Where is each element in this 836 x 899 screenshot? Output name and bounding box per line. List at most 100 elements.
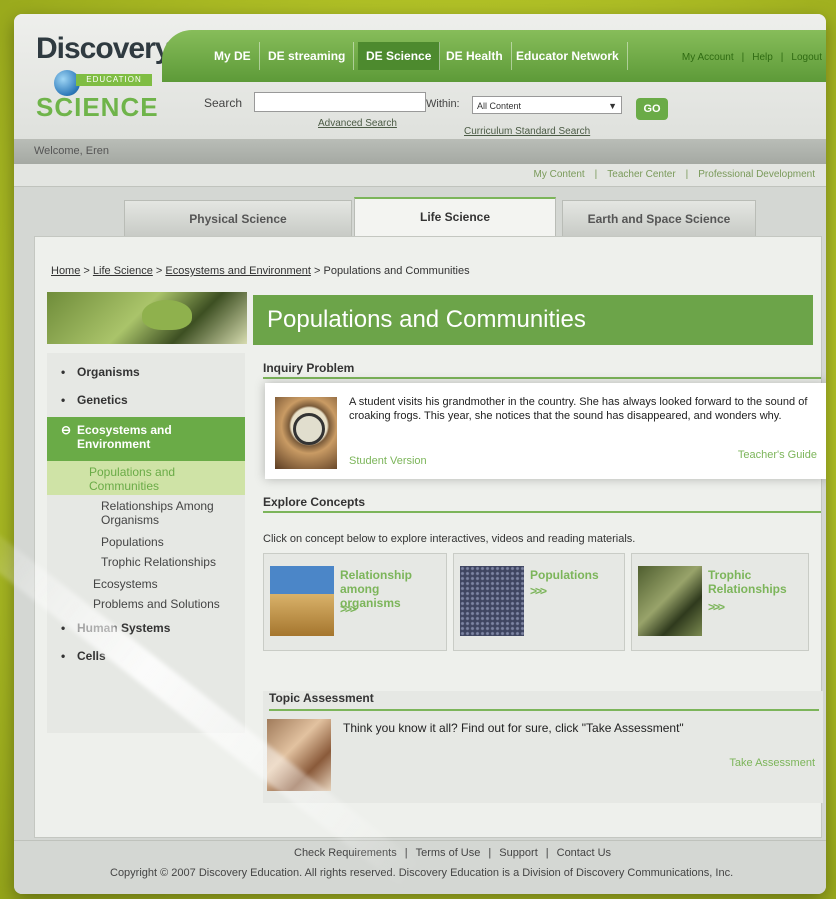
concept-card-populations[interactable]: Populations >>> [453, 553, 625, 651]
divider: | [594, 169, 598, 180]
student-version-link[interactable]: Student Version [349, 455, 427, 467]
sidebar-sub-populations[interactable]: Populations [47, 535, 245, 549]
sidebar-sub-ecosystems[interactable]: Ecosystems [47, 577, 245, 591]
my-account-link[interactable]: My Account [682, 52, 734, 63]
sidebar-sub-label: Problems and Solutions [93, 597, 220, 611]
divider: | [780, 52, 784, 63]
chevrons-right-icon: >>> [340, 602, 357, 616]
animal-foliage-image [638, 566, 702, 636]
breadcrumb-life-science[interactable]: Life Science [93, 265, 153, 277]
within-label: Within: [426, 98, 460, 110]
sidebar-item-label: Cells [77, 649, 106, 663]
breadcrumb: Home > Life Science > Ecosystems and Env… [51, 265, 470, 277]
sidebar-item-label: Genetics [77, 393, 128, 407]
terms-of-use-link[interactable]: Terms of Use [416, 847, 481, 859]
nav-educator-network[interactable]: Educator Network [508, 42, 628, 70]
sidebar-sub-label: Relationships Among Organisms [101, 499, 214, 527]
go-button[interactable]: GO [636, 98, 668, 120]
chevrons-right-icon: >>> [530, 584, 547, 598]
section-divider [263, 511, 821, 513]
logo-education-text: EDUCATION [76, 74, 152, 86]
content-panel: Home > Life Science > Ecosystems and Env… [34, 236, 826, 838]
advanced-search-link[interactable]: Advanced Search [318, 118, 397, 129]
sidebar-sub-label: Ecosystems [93, 577, 158, 591]
assessment-section: Topic Assessment Think you know it all? … [263, 691, 823, 803]
section-divider [269, 709, 819, 711]
divider: | [488, 847, 492, 859]
breadcrumb-separator: > [155, 265, 163, 277]
sidebar-sub-label: Populations [101, 535, 164, 549]
page-title: Populations and Communities [267, 306, 586, 333]
sidebar-item-ecosystems[interactable]: ⊖ Ecosystems and Environment [47, 417, 245, 461]
search-label: Search [204, 96, 243, 110]
footer-links: Check Requirements | Terms of Use | Support |… [290, 847, 615, 859]
tab-life-science[interactable]: Life Science [354, 197, 556, 241]
wheat-field-image [270, 566, 334, 636]
inquiry-heading: Inquiry Problem [263, 361, 355, 375]
within-select-value: All Content [477, 101, 522, 111]
sidebar-item-genetics[interactable]: • Genetics [47, 393, 245, 407]
sub-navigation: My Content | Teacher Center | Professional D… [14, 164, 826, 187]
sidebar-sub-label: Trophic Relationships [101, 555, 216, 569]
contact-us-link[interactable]: Contact Us [557, 847, 611, 859]
sidebar-item-cells[interactable]: • Cells [47, 649, 245, 663]
site-footer: Check Requirements | Terms of Use | Support |… [14, 840, 826, 894]
topic-sidebar: • Organisms • Genetics ⊖ Ecosystems and Env… [47, 353, 245, 733]
concept-card-trophic[interactable]: Trophic Relationships >>> [631, 553, 809, 651]
professional-development-link[interactable]: Professional Development [698, 169, 815, 180]
teachers-guide-link[interactable]: Teacher's Guide [738, 449, 817, 461]
divider: | [685, 169, 689, 180]
nav-my-de[interactable]: My DE [206, 42, 260, 70]
nav-de-streaming[interactable]: DE streaming [260, 42, 355, 70]
within-select[interactable]: All Content ▼ [472, 96, 622, 114]
sidebar-sub-relationships[interactable]: Relationships Among Organisms [47, 499, 245, 527]
sidebar-item-organisms[interactable]: • Organisms [47, 365, 245, 379]
page-title-bar: Populations and Communities [253, 295, 813, 345]
logo-discovery-text: Discovery [36, 32, 171, 65]
chevrons-right-icon: >>> [708, 600, 725, 614]
logo-science-text: SCIENCE [36, 92, 159, 122]
sidebar-sub-label: Populations and Communities [89, 465, 176, 493]
take-assessment-link[interactable]: Take Assessment [729, 757, 815, 769]
discovery-science-logo[interactable]: Discovery EDUCATION SCIENCE [36, 34, 176, 134]
breadcrumb-ecosystems[interactable]: Ecosystems and Environment [165, 265, 311, 277]
assessment-text: Think you know it all? Find out for sure… [343, 721, 684, 735]
bullet-icon: • [61, 621, 66, 635]
sidebar-sub-trophic[interactable]: Trophic Relationships [47, 555, 245, 569]
teacher-center-link[interactable]: Teacher Center [607, 169, 675, 180]
sidebar-sub-populations-communities[interactable]: Populations and Communities [47, 461, 245, 495]
support-link[interactable]: Support [499, 847, 538, 859]
tab-earth-space-science[interactable]: Earth and Space Science [562, 200, 756, 237]
welcome-bar: Welcome, Eren [14, 140, 826, 164]
nav-de-science[interactable]: DE Science [358, 42, 441, 70]
magnifying-glass-icon [293, 413, 325, 445]
concept-card-relationship[interactable]: Relationship among organisms >>> [263, 553, 447, 651]
sidebar-sub-problems[interactable]: Problems and Solutions [47, 597, 245, 611]
crowd-image [460, 566, 524, 636]
search-input[interactable] [254, 92, 426, 112]
frog-icon [142, 300, 192, 330]
explore-heading: Explore Concepts [263, 495, 366, 509]
check-requirements-link[interactable]: Check Requirements [294, 847, 397, 859]
welcome-text: Welcome, Eren [34, 145, 109, 157]
help-link[interactable]: Help [752, 52, 773, 63]
sidebar-item-label: Human Systems [77, 621, 171, 635]
divider: | [404, 847, 408, 859]
curriculum-search-link[interactable]: Curriculum Standard Search [464, 126, 590, 137]
sidebar-item-human-systems[interactable]: • Human Systems [47, 621, 245, 635]
concept-card-label: Populations [530, 568, 599, 582]
logout-link[interactable]: Logout [791, 52, 822, 63]
site-header: Discovery EDUCATION SCIENCE My DE DE str… [14, 14, 826, 140]
divider: | [545, 847, 549, 859]
browser-page: Discovery EDUCATION SCIENCE My DE DE str… [14, 14, 826, 894]
explore-intro: Click on concept below to explore intera… [263, 533, 636, 545]
hand-image [267, 719, 331, 791]
my-content-link[interactable]: My Content [534, 169, 585, 180]
nav-de-health[interactable]: DE Health [438, 42, 512, 70]
bullet-icon: • [61, 649, 66, 663]
breadcrumb-home[interactable]: Home [51, 265, 80, 277]
tab-physical-science[interactable]: Physical Science [124, 200, 352, 237]
divider: | [741, 52, 745, 63]
bullet-icon: • [61, 393, 66, 407]
student-magnifier-image [275, 397, 337, 469]
